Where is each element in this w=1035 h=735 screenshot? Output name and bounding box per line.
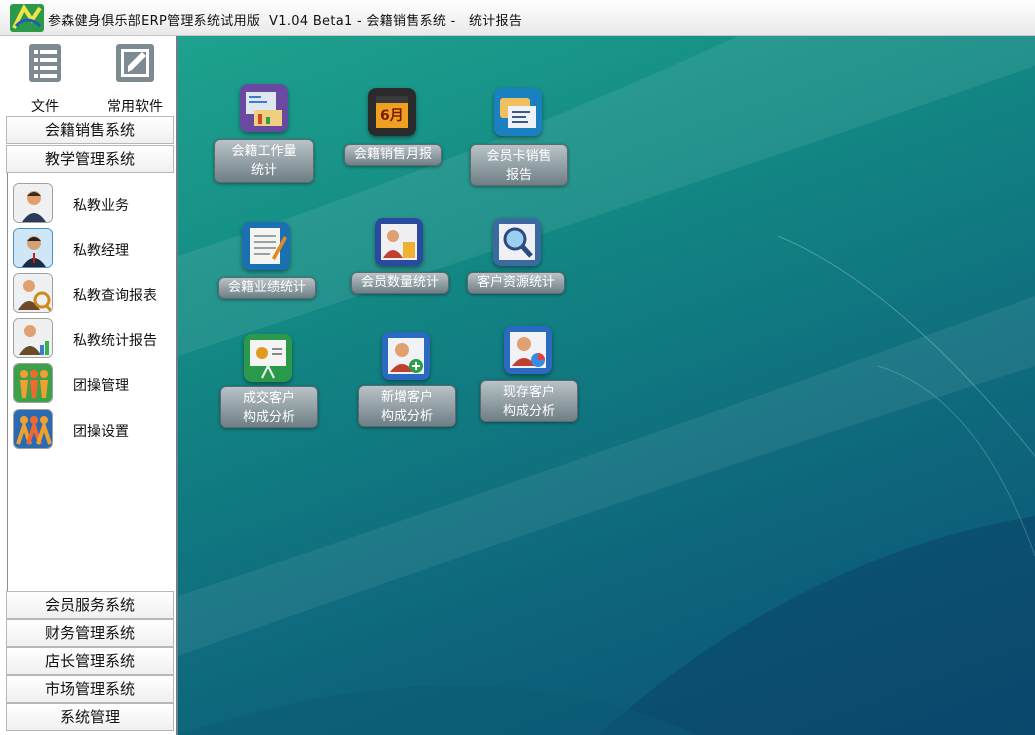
desktop-icon-deal-customer-analysis[interactable]: 成交客户 构成分析 <box>220 334 320 430</box>
label-line: 报告 <box>505 168 532 183</box>
desktop-icon-label: 会员数量统计 <box>351 272 449 294</box>
label-line: 会员数量统计 <box>360 275 439 290</box>
menu-item-label: 私教统计报告 <box>73 333 157 349</box>
desktop-icon-label: 客户资源统计 <box>467 272 565 294</box>
desktop-icon-label: 会籍销售月报 <box>344 144 442 166</box>
label-line: 构成分析 <box>502 404 555 419</box>
label-line: 构成分析 <box>380 409 433 424</box>
section-system-management[interactable]: 系统管理 <box>6 703 174 731</box>
menu-item-training-manager[interactable]: 私教经理 <box>13 228 171 270</box>
title-bar: 参森健身俱乐部ERP管理系统试用版 V1.04 Beta1 - 会籍销售系统 -… <box>0 0 1035 36</box>
file-icon <box>29 44 61 82</box>
members-count-icon <box>375 218 423 266</box>
desktop-area: 会籍工作量 统计 6月 会籍销售月报 会员卡销售 报告 会籍业绩统计 会员数量统… <box>178 36 1035 735</box>
label-line: 新增客户 <box>380 390 433 405</box>
existing-customer-icon <box>504 326 552 374</box>
section-label: 市场管理系统 <box>44 680 135 698</box>
desktop-icon-workload-stats[interactable]: 会籍工作量 统计 <box>214 84 316 184</box>
desktop-icon-sales-monthly[interactable]: 6月 会籍销售月报 <box>344 88 444 168</box>
trainer-icon <box>13 183 53 223</box>
calendar-icon: 6月 <box>368 88 416 136</box>
new-customer-icon <box>382 332 430 380</box>
menu-item-label: 私教经理 <box>73 243 129 259</box>
notepad-icon <box>242 222 290 270</box>
edit-icon <box>116 44 154 82</box>
group-settings-icon <box>13 409 53 449</box>
left-panel: 文件 常用软件 会籍销售系统 教学管理系统 私教业务 私教经理 私教查询报表 私… <box>0 36 178 735</box>
section-label: 系统管理 <box>59 708 120 726</box>
menu-item-training-stats-report[interactable]: 私教统计报告 <box>13 318 171 360</box>
label-line: 现存客户 <box>502 385 555 400</box>
section-label: 会籍销售系统 <box>44 121 135 139</box>
magnifier-icon <box>493 218 541 266</box>
menu-item-label: 团操设置 <box>73 424 129 440</box>
menu-item-group-exercise-settings[interactable]: 团操设置 <box>13 409 171 451</box>
search-report-icon <box>13 273 53 313</box>
section-membership-sales[interactable]: 会籍销售系统 <box>6 116 174 144</box>
calendar-text: 6月 <box>380 108 404 124</box>
teaching-menu: 私教业务 私教经理 私教查询报表 私教统计报告 团操管理 团操设置 <box>7 173 174 591</box>
menu-item-training-query-report[interactable]: 私教查询报表 <box>13 273 171 315</box>
desktop-icon-card-sales-report[interactable]: 会员卡销售 报告 <box>470 88 570 188</box>
menu-item-private-training[interactable]: 私教业务 <box>13 183 171 225</box>
desktop-icon-existing-customer-analysis[interactable]: 现存客户 构成分析 <box>480 326 580 422</box>
label-line: 统计 <box>250 163 277 178</box>
section-label: 教学管理系统 <box>44 150 135 168</box>
desktop-icon-performance-stats[interactable]: 会籍业绩统计 <box>218 222 318 299</box>
file-label: 文件 <box>31 99 59 115</box>
card-sales-icon <box>494 88 542 136</box>
desktop-icon-new-customer-analysis[interactable]: 新增客户 构成分析 <box>358 332 456 428</box>
section-label: 财务管理系统 <box>44 624 135 642</box>
label-line: 会员卡销售 <box>486 149 552 164</box>
desktop-icon-label: 成交客户 构成分析 <box>220 386 318 428</box>
window-title: 参森健身俱乐部ERP管理系统试用版 V1.04 Beta1 - 会籍销售系统 -… <box>48 14 523 29</box>
desktop-icon-label: 会员卡销售 报告 <box>470 144 568 186</box>
label-line: 构成分析 <box>242 410 295 425</box>
label-line: 会籍业绩统计 <box>227 280 306 295</box>
section-finance-management[interactable]: 财务管理系统 <box>6 619 174 647</box>
manager-icon <box>13 228 53 268</box>
common-software-label: 常用软件 <box>107 99 163 115</box>
desktop-icon-label: 会籍工作量 统计 <box>214 139 314 183</box>
desktop-icon-member-count-stats[interactable]: 会员数量统计 <box>351 218 451 294</box>
section-store-manager[interactable]: 店长管理系统 <box>6 647 174 675</box>
menu-item-label: 私教业务 <box>73 198 129 214</box>
workload-icon <box>240 84 288 132</box>
presentation-icon <box>244 334 292 382</box>
label-line: 会籍工作量 <box>231 144 297 159</box>
label-line: 成交客户 <box>242 391 295 406</box>
file-button[interactable]: 文件 <box>10 42 80 115</box>
section-label: 会员服务系统 <box>44 596 135 614</box>
menu-item-group-exercise-management[interactable]: 团操管理 <box>13 363 171 405</box>
section-market-management[interactable]: 市场管理系统 <box>6 675 174 703</box>
section-label: 店长管理系统 <box>44 652 135 670</box>
section-teaching-management[interactable]: 教学管理系统 <box>6 145 174 173</box>
label-line: 客户资源统计 <box>476 275 555 290</box>
common-software-button[interactable]: 常用软件 <box>100 42 170 115</box>
desktop-icon-customer-resource-stats[interactable]: 客户资源统计 <box>467 218 567 294</box>
label-line: 会籍销售月报 <box>353 147 432 162</box>
stats-report-icon <box>13 318 53 358</box>
menu-item-label: 私教查询报表 <box>73 288 157 304</box>
desktop-icon-label: 现存客户 构成分析 <box>480 380 578 422</box>
app-logo-icon <box>10 4 44 32</box>
desktop-icon-label: 会籍业绩统计 <box>218 277 316 299</box>
menu-item-label: 团操管理 <box>73 378 129 394</box>
section-member-service[interactable]: 会员服务系统 <box>6 591 174 619</box>
desktop-icon-label: 新增客户 构成分析 <box>358 385 456 427</box>
group-exercise-icon <box>13 363 53 403</box>
